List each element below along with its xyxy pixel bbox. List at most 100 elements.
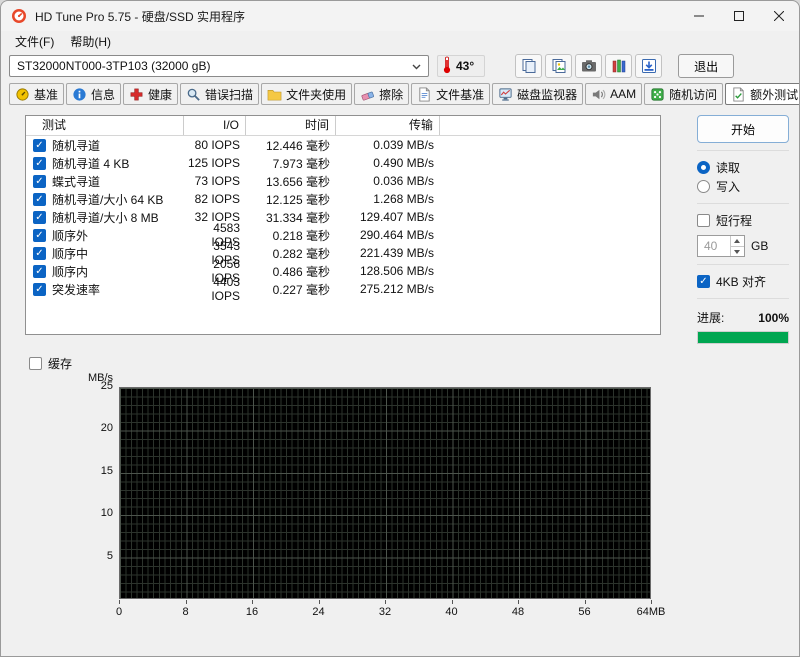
x-axis-tick-label: 0 xyxy=(115,606,123,618)
tab-label: 基准 xyxy=(34,87,59,102)
x-axis-tick-label: 32 xyxy=(378,606,392,618)
header-transfer: 传输 xyxy=(336,116,440,135)
table-row: ✓ 顺序中 3543 IOPS 0.282 毫秒 221.439 MB/s xyxy=(26,239,660,267)
tab-erase[interactable]: 擦除 xyxy=(354,83,410,105)
file-benchmark-icon xyxy=(417,86,432,102)
tab-health[interactable]: 健康 xyxy=(123,83,179,105)
tab-random-access[interactable]: 随机访问 xyxy=(644,83,724,105)
table-row: ✓ 突发速率 4403 IOPS 0.227 毫秒 275.212 MB/s xyxy=(26,275,660,303)
test-time: 31.334 毫秒 xyxy=(265,210,330,225)
menu-file[interactable]: 文件(F) xyxy=(7,31,62,52)
test-name: 顺序中 xyxy=(52,246,89,261)
tab-benchmark[interactable]: 基准 xyxy=(9,83,65,105)
chart-plot-area xyxy=(119,387,651,599)
test-name: 随机寻道/大小 8 MB xyxy=(52,210,159,225)
test-checkbox[interactable]: ✓ xyxy=(33,246,46,260)
tab-extra-test[interactable]: 额外测试 xyxy=(725,83,799,105)
tab-folder[interactable]: 文件夹使用 xyxy=(261,83,353,105)
read-radio[interactable] xyxy=(697,161,710,174)
spinner-down-button[interactable] xyxy=(731,245,744,257)
menu-help[interactable]: 帮助(H) xyxy=(62,31,119,52)
copy-image-icon xyxy=(551,58,567,74)
table-row: ✓ 随机寻道 80 IOPS 12.446 毫秒 0.039 MB/s xyxy=(26,136,660,154)
test-time: 13.656 毫秒 xyxy=(265,174,330,189)
write-radio-label: 写入 xyxy=(716,180,741,194)
tab-disk-monitor[interactable]: 磁盘监视器 xyxy=(492,83,584,105)
test-name: 顺序内 xyxy=(52,264,89,279)
copy-text-button[interactable] xyxy=(515,54,543,78)
start-button[interactable]: 开始 xyxy=(697,115,789,143)
tab-aam[interactable]: AAM xyxy=(585,83,643,105)
tab-label: 磁盘监视器 xyxy=(517,87,578,102)
divider xyxy=(697,150,789,151)
y-axis-tick-label: 25 xyxy=(100,380,113,392)
extra-test-icon xyxy=(731,86,746,102)
y-axis-tick-label: 15 xyxy=(100,464,113,477)
test-name: 随机寻道 xyxy=(52,138,101,153)
save-button[interactable] xyxy=(635,54,663,78)
thermometer-icon xyxy=(442,56,452,77)
copy-image-button[interactable] xyxy=(545,54,573,78)
test-checkbox[interactable]: ✓ xyxy=(33,282,46,296)
test-transfer: 128.506 MB/s xyxy=(359,264,434,278)
test-checkbox[interactable]: ✓ xyxy=(33,138,46,152)
app-icon xyxy=(11,8,27,24)
titlebar: HD Tune Pro 5.75 - 硬盘/SSD 实用程序 xyxy=(1,1,799,31)
divider xyxy=(697,264,789,265)
header-io: I/O xyxy=(184,116,246,135)
x-axis-tick-label: 64MB xyxy=(636,606,666,618)
close-button[interactable] xyxy=(759,1,799,31)
y-axis-tick-label: 10 xyxy=(100,507,113,520)
tab-error-scan[interactable]: 错误扫描 xyxy=(180,83,260,105)
test-checkbox[interactable]: ✓ xyxy=(33,156,46,170)
align-checkbox-label: 4KB 对齐 xyxy=(716,275,767,289)
maximize-button[interactable] xyxy=(719,1,759,31)
test-time: 0.227 毫秒 xyxy=(272,282,330,297)
align-checkbox[interactable]: ✓ xyxy=(697,275,710,288)
test-transfer: 221.439 MB/s xyxy=(359,246,434,260)
test-io: 4403 IOPS xyxy=(211,275,240,303)
test-io: 80 IOPS xyxy=(194,138,240,152)
test-checkbox[interactable]: ✓ xyxy=(33,228,46,242)
disk-monitor-icon xyxy=(498,87,513,102)
table-row: ✓ 顺序内 2056 IOPS 0.486 毫秒 128.506 MB/s xyxy=(26,257,660,285)
table-row: ✓ 随机寻道/大小 64 KB 82 IOPS 12.125 毫秒 1.268 MB/s xyxy=(26,190,660,208)
test-checkbox[interactable]: ✓ xyxy=(33,210,46,224)
camera-icon xyxy=(581,58,597,74)
cache-checkbox[interactable] xyxy=(29,356,42,370)
screenshot-button[interactable] xyxy=(575,54,603,78)
colors-icon xyxy=(611,58,627,74)
tab-label: 文件夹使用 xyxy=(286,87,347,102)
temperature-indicator: 43° xyxy=(437,55,486,77)
short-stroke-label: 短行程 xyxy=(716,214,753,228)
table-row: ✓ 顺序外 4583 IOPS 0.218 毫秒 290.464 MB/s xyxy=(26,221,660,249)
exit-button[interactable]: 退出 xyxy=(678,54,735,78)
short-stroke-size-input[interactable]: 40 xyxy=(697,235,745,257)
progress-bar-fill xyxy=(698,332,788,343)
test-checkbox[interactable]: ✓ xyxy=(33,174,46,188)
spinner-up-button[interactable] xyxy=(731,236,744,246)
test-checkbox[interactable]: ✓ xyxy=(33,192,46,206)
tab-info[interactable]: 信息 xyxy=(66,83,122,105)
toolbar-buttons xyxy=(515,54,663,78)
table-body: ✓ 随机寻道 80 IOPS 12.446 毫秒 0.039 MB/s ✓ 随机寻道 4 K… xyxy=(26,136,660,303)
x-axis-tick xyxy=(318,600,320,604)
cache-option: 缓存 xyxy=(29,354,799,372)
test-transfer: 0.036 MB/s xyxy=(373,174,434,188)
test-io: 73 IOPS xyxy=(194,174,240,188)
minimize-button[interactable] xyxy=(679,1,719,31)
tab-file-benchmark[interactable]: 文件基准 xyxy=(411,83,491,105)
x-axis-tick xyxy=(119,600,120,604)
test-transfer: 290.464 MB/s xyxy=(359,228,434,242)
header-time: 时间 xyxy=(246,116,336,135)
options-button[interactable] xyxy=(605,54,633,78)
x-axis-tick xyxy=(518,600,519,604)
error-scan-icon xyxy=(186,87,201,102)
menubar: 文件(F) 帮助(H) xyxy=(1,31,799,51)
test-time: 0.282 毫秒 xyxy=(272,246,330,261)
content-area: 测试 I/O 时间 传输 ✓ 随机寻道 80 IOPS 12.446 毫秒 0.039 … xyxy=(1,115,799,344)
test-checkbox[interactable]: ✓ xyxy=(33,264,46,278)
short-stroke-checkbox[interactable] xyxy=(697,214,710,227)
drive-select[interactable]: ST32000NT000-3TP103 (32000 gB) xyxy=(9,55,429,77)
write-radio[interactable] xyxy=(697,180,710,193)
